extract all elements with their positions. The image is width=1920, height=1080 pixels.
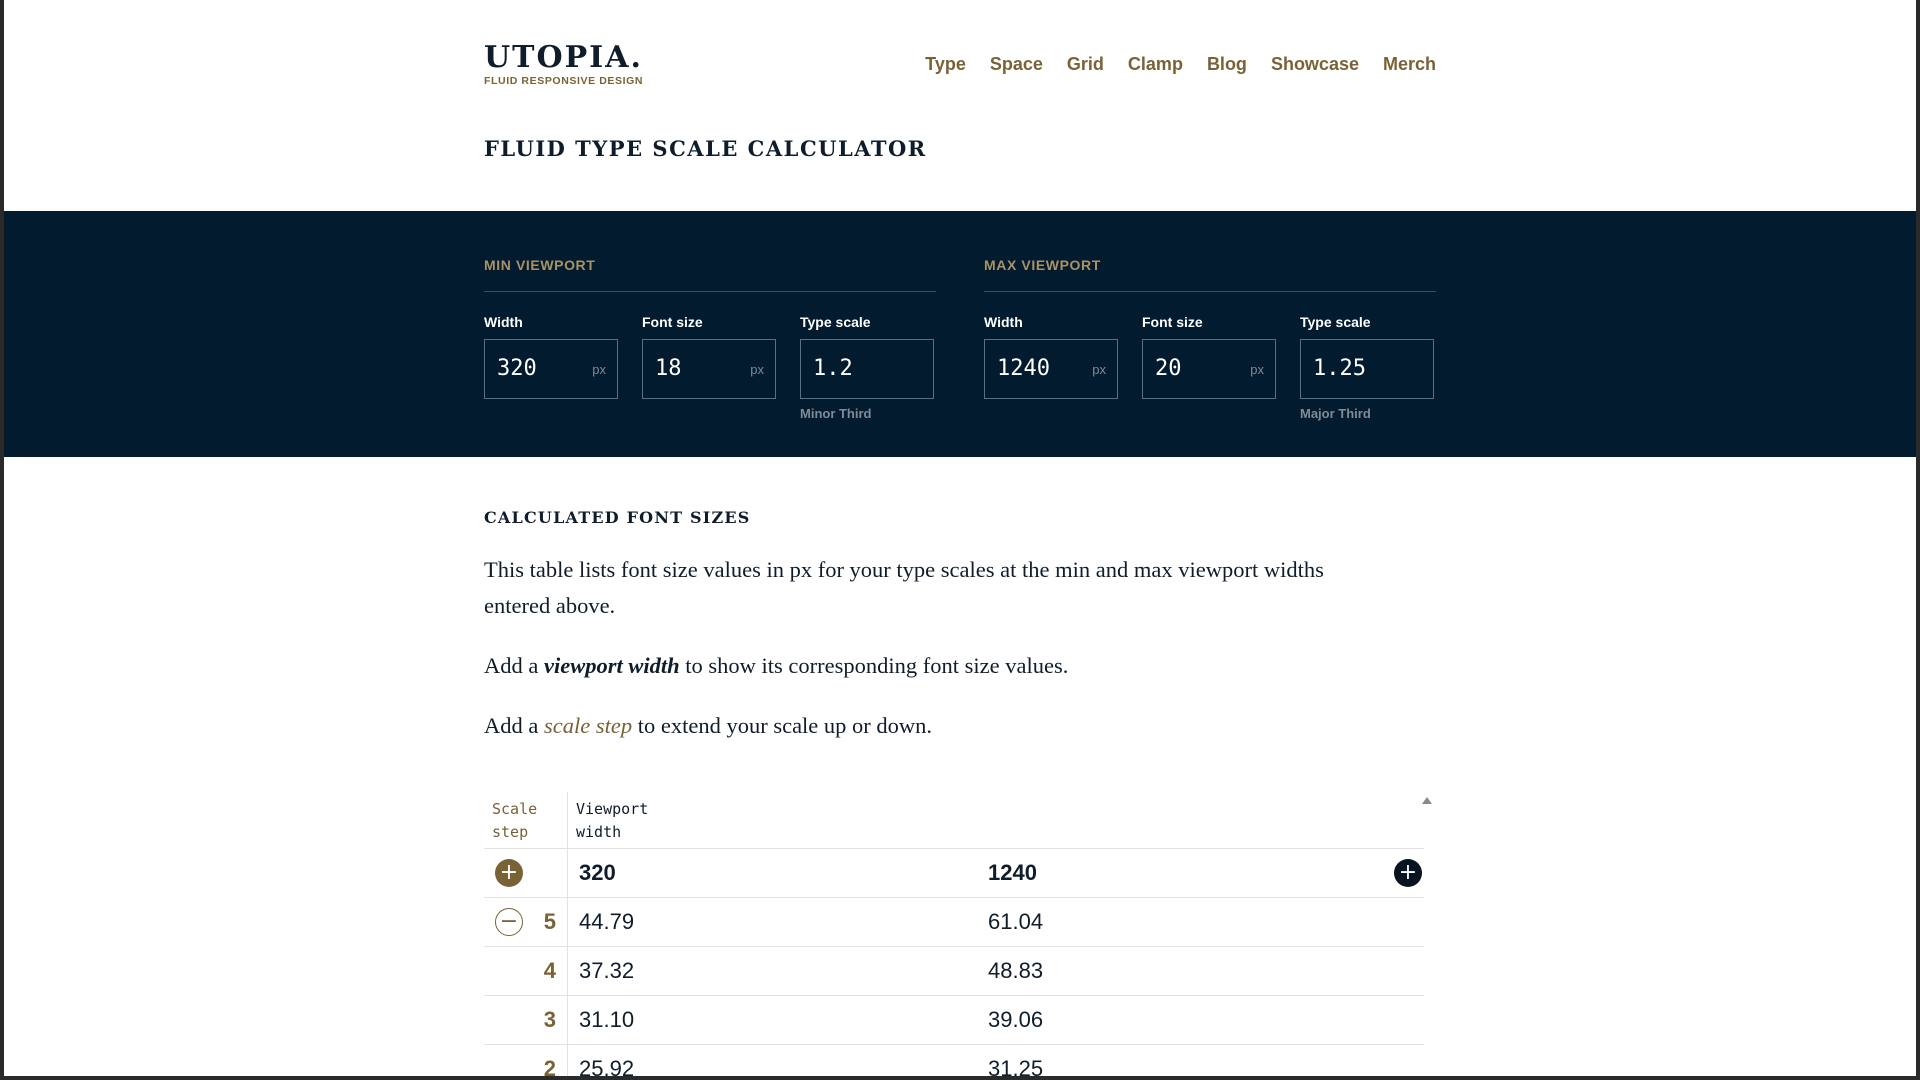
main-nav: Type Space Grid Clamp Blog Showcase Merc… <box>925 54 1436 75</box>
table-header: Scale step Viewport width <box>484 792 1424 849</box>
logo-tagline: FLUID RESPONSIVE DESIGN <box>484 75 644 87</box>
min-type-scale-input[interactable]: 1.2 <box>800 339 934 399</box>
max-size-value: 61.04 <box>988 909 1044 934</box>
max-width-label: Width <box>984 314 1023 330</box>
nav-link-merch[interactable]: Merch <box>1383 54 1436 75</box>
max-width-value: 1240 <box>997 356 1050 381</box>
nav-link-showcase[interactable]: Showcase <box>1271 54 1359 75</box>
max-type-scale-value: 1.25 <box>1313 356 1366 381</box>
min-width-input[interactable]: 320 px <box>484 339 618 399</box>
min-type-scale-name: Minor Third <box>800 406 872 421</box>
min-size-value: 44.79 <box>579 909 635 934</box>
max-viewport-heading: MAX VIEWPORT <box>984 257 1436 292</box>
viewport-settings: MIN VIEWPORT Width 320 px Font size 18 p… <box>4 211 1916 457</box>
remove-step-button[interactable]: − <box>495 908 523 936</box>
p2-after: to show its corresponding font size valu… <box>679 653 1069 678</box>
table-row: − 5 44.79 61.04 <box>484 898 1424 947</box>
column-header-scale-step: Scale step <box>484 792 568 848</box>
table-row: 4 37.32 48.83 <box>484 947 1424 996</box>
scale-step: 3 <box>543 1007 556 1032</box>
min-size-value: 25.92 <box>579 1056 635 1076</box>
max-type-scale-name: Major Third <box>1300 406 1371 421</box>
max-size-value: 48.83 <box>988 958 1044 983</box>
table-row: 2 25.92 31.25 <box>484 1045 1424 1076</box>
max-width-input[interactable]: 1240 px <box>984 339 1118 399</box>
min-font-size-unit: px <box>750 362 764 377</box>
nav-link-grid[interactable]: Grid <box>1067 54 1104 75</box>
site-logo[interactable]: UTOPIA. FLUID RESPONSIVE DESIGN <box>484 40 643 87</box>
p3-before: Add a <box>484 713 544 738</box>
min-font-size-label: Font size <box>642 314 703 330</box>
max-width-unit: px <box>1092 362 1106 377</box>
viewport-hint-paragraph: Add a viewport width to show its corresp… <box>484 648 1384 684</box>
min-viewport-heading: MIN VIEWPORT <box>484 257 936 292</box>
nav-link-blog[interactable]: Blog <box>1207 54 1247 75</box>
scale-step: 4 <box>543 958 556 983</box>
plus-icon: + <box>499 860 519 885</box>
max-type-scale-label: Type scale <box>1300 314 1371 330</box>
page-title: FLUID TYPE SCALE CALCULATOR <box>484 136 927 161</box>
add-viewport-button[interactable]: + <box>1394 859 1422 887</box>
table-row: 3 31.10 39.06 <box>484 996 1424 1045</box>
min-viewport-panel: MIN VIEWPORT Width 320 px Font size 18 p… <box>484 257 936 421</box>
max-font-size-label: Font size <box>1142 314 1203 330</box>
viewport-min-value: 320 <box>579 860 616 885</box>
viewport-max-value: 1240 <box>988 860 1037 885</box>
plus-icon: + <box>1398 860 1418 885</box>
min-type-scale-value: 1.2 <box>813 356 853 381</box>
logo-name: UTOPIA. <box>484 40 643 75</box>
max-font-size-unit: px <box>1250 362 1264 377</box>
page: UTOPIA. FLUID RESPONSIVE DESIGN Type Spa… <box>4 0 1916 1076</box>
min-width-value: 320 <box>497 356 537 381</box>
min-size-value: 31.10 <box>579 1007 635 1032</box>
intro-paragraph: This table lists font size values in px … <box>484 557 1324 618</box>
nav-link-clamp[interactable]: Clamp <box>1128 54 1183 75</box>
scale-step: 2 <box>543 1056 556 1076</box>
max-type-scale-input[interactable]: 1.25 <box>1300 339 1434 399</box>
minus-icon: − <box>499 909 519 934</box>
step-hint-paragraph: Add a scale step to extend your scale up… <box>484 708 1384 744</box>
viewport-row: + 320 1240 + <box>484 849 1424 898</box>
max-size-value: 39.06 <box>988 1007 1044 1032</box>
add-step-button[interactable]: + <box>495 859 523 887</box>
p2-emphasis: viewport width <box>544 653 680 678</box>
p2-before: Add a <box>484 653 544 678</box>
min-font-size-value: 18 <box>655 356 682 381</box>
max-font-size-input[interactable]: 20 px <box>1142 339 1276 399</box>
min-size-value: 37.32 <box>579 958 635 983</box>
font-size-table: Scale step Viewport width + 320 1240 + −… <box>484 792 1424 1076</box>
scale-step: 5 <box>543 909 556 934</box>
max-font-size-value: 20 <box>1155 356 1182 381</box>
max-size-value: 31.25 <box>988 1056 1044 1076</box>
column-header-viewport-width: Viewport width <box>576 800 649 841</box>
nav-link-space[interactable]: Space <box>990 54 1043 75</box>
calculated-sizes-title: CALCULATED FONT SIZES <box>484 508 751 527</box>
p3-after: to extend your scale up or down. <box>632 713 933 738</box>
nav-link-type[interactable]: Type <box>925 54 966 75</box>
p3-emphasis: scale step <box>544 713 633 738</box>
min-width-unit: px <box>592 362 606 377</box>
min-font-size-input[interactable]: 18 px <box>642 339 776 399</box>
min-width-label: Width <box>484 314 523 330</box>
min-type-scale-label: Type scale <box>800 314 871 330</box>
max-viewport-panel: MAX VIEWPORT Width 1240 px Font size 20 … <box>984 257 1436 421</box>
